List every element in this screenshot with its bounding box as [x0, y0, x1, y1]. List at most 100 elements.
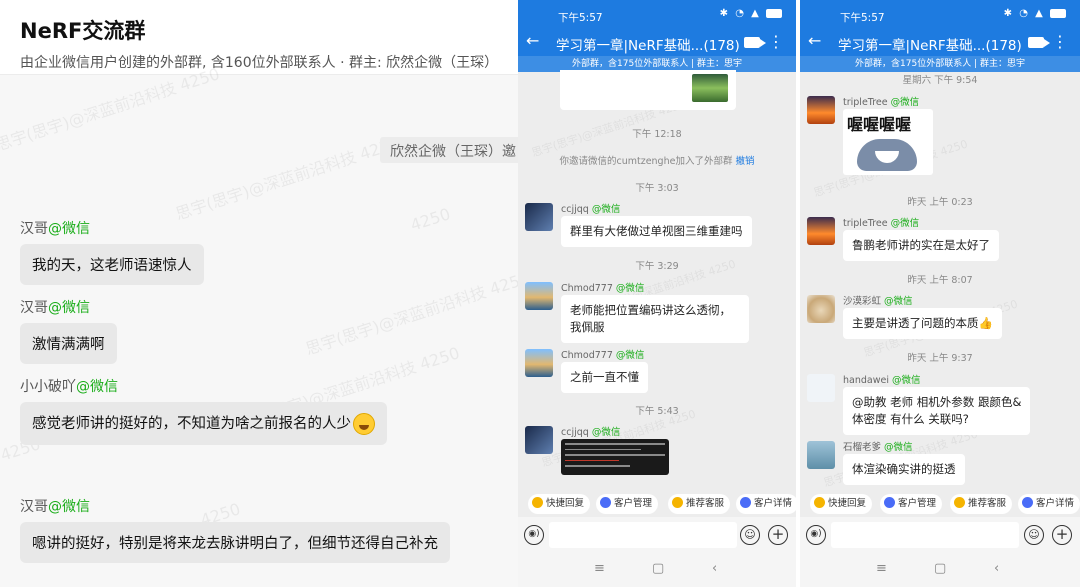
sender-name: ccjjqq @微信	[561, 204, 621, 215]
more-menu-icon[interactable]: ⋮	[768, 32, 784, 51]
menu-nav-icon[interactable]: ≡	[876, 561, 887, 576]
quick-action-bar: 快捷回复 客户管理 推荐客服 客户详情	[800, 494, 1080, 514]
message-bubble[interactable]: 嗯讲的挺好，特别是将来龙去脉讲明白了，但细节还得自己补充	[20, 522, 450, 563]
message-bubble[interactable]: 我的天，这老师语速惊人	[20, 244, 204, 285]
sender-name: tripleTree @微信	[843, 218, 920, 229]
timestamp: 星期六 下午 9:54	[902, 75, 978, 86]
quick-action-bar: 快捷回复 客户管理 推荐客服 客户详情	[518, 494, 796, 514]
sender-name: handawei @微信	[843, 375, 921, 386]
watermark: 4250	[408, 204, 453, 235]
plus-icon[interactable]: +	[768, 525, 788, 545]
customer-detail-icon	[740, 497, 751, 508]
message-bubble[interactable]: 主要是讲透了问题的本质👍	[843, 308, 1002, 339]
sender-name: 小小破吖@微信	[20, 379, 118, 395]
chat-message: 汉哥@微信 嗯讲的挺好，特别是将来龙去脉讲明白了，但细节还得自己补充	[20, 496, 450, 563]
video-call-icon[interactable]	[1028, 37, 1050, 48]
phone-screen-2: 下午5:57 ✱ ◔ ▲ ← 学习第一章|NeRF基础...(178) ⋮ 外部…	[800, 0, 1080, 587]
message-bubble[interactable]: 之前一直不懂	[561, 362, 648, 393]
emoji-icon[interactable]: ☺	[740, 525, 760, 545]
laugh-cry-emoji-icon	[353, 413, 375, 435]
group-subtitle: 由企业微信用户创建的外部群, 含160位外部联系人 · 群主: 欣然企微（王琛）	[20, 55, 499, 71]
menu-nav-icon[interactable]: ≡	[594, 561, 605, 576]
message-bubble[interactable]: 鲁鹏老师讲的实在是太好了	[843, 230, 999, 261]
emoji-icon[interactable]: ☺	[1024, 525, 1044, 545]
back-nav-icon[interactable]: ‹	[994, 561, 999, 576]
plus-icon[interactable]: +	[1052, 525, 1072, 545]
customer-detail-icon	[1022, 497, 1033, 508]
timestamp: 下午 5:43	[635, 406, 679, 417]
message-bubble[interactable]: 体渲染确实讲的挺透	[843, 454, 965, 485]
revoke-link[interactable]: 撤销	[736, 156, 755, 167]
avatar[interactable]	[807, 217, 835, 245]
customer-manage-icon	[600, 497, 611, 508]
voice-input-icon[interactable]: ◉)	[806, 525, 826, 545]
system-notice: 欣然企微（王琛）邀	[380, 137, 518, 163]
video-call-icon[interactable]	[744, 37, 766, 48]
timestamp: 昨天 上午 8:07	[907, 275, 973, 286]
message-input[interactable]	[831, 522, 1019, 548]
system-nav-bar: ≡ ▢ ‹	[800, 553, 1080, 587]
more-menu-icon[interactable]: ⋮	[1052, 32, 1068, 51]
recommend-service-button[interactable]: 推荐客服	[950, 494, 1013, 514]
status-icons: ✱ ◔ ▲	[720, 8, 782, 19]
message-bubble[interactable]: @助教 老师 相机外参数 跟颜色& 体密度 有什么 关联吗?	[843, 387, 1031, 435]
voice-input-icon[interactable]: ◉)	[524, 525, 544, 545]
avatar[interactable]	[807, 295, 835, 323]
status-icons: ✱ ◔ ▲	[1004, 8, 1066, 19]
status-bar: 下午5:57 ✱ ◔ ▲	[800, 0, 1080, 30]
customer-manage-button[interactable]: 客户管理	[880, 494, 943, 514]
app-bar: ← 学习第一章|NeRF基础...(178) ⋮	[800, 30, 1080, 56]
sticker-message[interactable]: 喔喔喔喔	[843, 109, 933, 175]
image-message[interactable]	[560, 70, 736, 110]
recommend-service-button[interactable]: 推荐客服	[668, 494, 731, 514]
avatar[interactable]	[525, 426, 553, 454]
message-bubble[interactable]: 激情满满啊	[20, 323, 117, 364]
chat-message: 小小破吖@微信 感觉老师讲的挺好的，不知道为啥之前报名的人少	[20, 376, 387, 445]
status-time: 下午5:57	[840, 12, 885, 24]
app-bar: ← 学习第一章|NeRF基础...(178) ⋮	[518, 30, 796, 56]
quick-reply-icon	[532, 497, 543, 508]
back-arrow-icon[interactable]: ←	[526, 31, 539, 50]
code-screenshot-image[interactable]	[561, 439, 669, 475]
image-thumbnail[interactable]	[692, 74, 728, 102]
avatar[interactable]	[525, 203, 553, 231]
quick-reply-icon	[814, 497, 825, 508]
customer-detail-button[interactable]: 客户详情	[1018, 494, 1080, 514]
sender-name: 汉哥@微信	[20, 499, 90, 515]
avatar[interactable]	[525, 282, 553, 310]
quick-reply-button[interactable]: 快捷回复	[810, 494, 873, 514]
sender-name: 石榴老爹 @微信	[843, 442, 913, 453]
message-bubble[interactable]: 群里有大佬做过单视图三维重建吗	[561, 216, 752, 247]
message-bubble[interactable]: 感觉老师讲的挺好的，不知道为啥之前报名的人少	[20, 402, 387, 445]
avatar[interactable]	[807, 441, 835, 469]
avatar[interactable]	[525, 349, 553, 377]
watermark: 思宇(思宇)@深蓝前沿科技 4250	[173, 133, 402, 224]
home-nav-icon[interactable]: ▢	[934, 561, 946, 576]
back-nav-icon[interactable]: ‹	[712, 561, 717, 576]
chat-header: NeRF交流群 由企业微信用户创建的外部群, 含160位外部联系人 · 群主: …	[0, 0, 518, 75]
home-nav-icon[interactable]: ▢	[652, 561, 664, 576]
shark-sticker-icon	[857, 139, 917, 171]
timestamp: 昨天 上午 9:37	[907, 353, 973, 364]
customer-detail-button[interactable]: 客户详情	[736, 494, 796, 514]
timestamp: 下午 12:18	[632, 129, 682, 140]
timestamp: 下午 3:29	[635, 261, 679, 272]
back-arrow-icon[interactable]: ←	[808, 31, 821, 50]
sticker-text: 喔喔喔喔	[847, 115, 912, 134]
customer-manage-button[interactable]: 客户管理	[596, 494, 659, 514]
sender-name: 汉哥@微信	[20, 221, 90, 237]
sender-name: 沙漠彩虹 @微信	[843, 296, 913, 307]
message-input[interactable]	[549, 522, 737, 548]
message-bubble[interactable]: 老师能把位置编码讲这么透彻，我佩服	[561, 295, 749, 343]
system-notice: 你邀请微信的cumtzenghe加入了外部群 撤销	[559, 156, 755, 167]
quick-reply-button[interactable]: 快捷回复	[528, 494, 591, 514]
phone-screen-1: 下午5:57 ✱ ◔ ▲ ← 学习第一章|NeRF基础...(178) ⋮ 外部…	[518, 0, 796, 587]
avatar[interactable]	[807, 374, 835, 402]
status-bar: 下午5:57 ✱ ◔ ▲	[518, 0, 796, 30]
timestamp: 下午 3:03	[635, 183, 679, 194]
system-nav-bar: ≡ ▢ ‹	[518, 553, 796, 587]
avatar[interactable]	[807, 96, 835, 124]
sender-name: Chmod777 @微信	[561, 283, 645, 294]
input-bar: ◉) ☺ +	[800, 517, 1080, 553]
recommend-service-icon	[672, 497, 683, 508]
